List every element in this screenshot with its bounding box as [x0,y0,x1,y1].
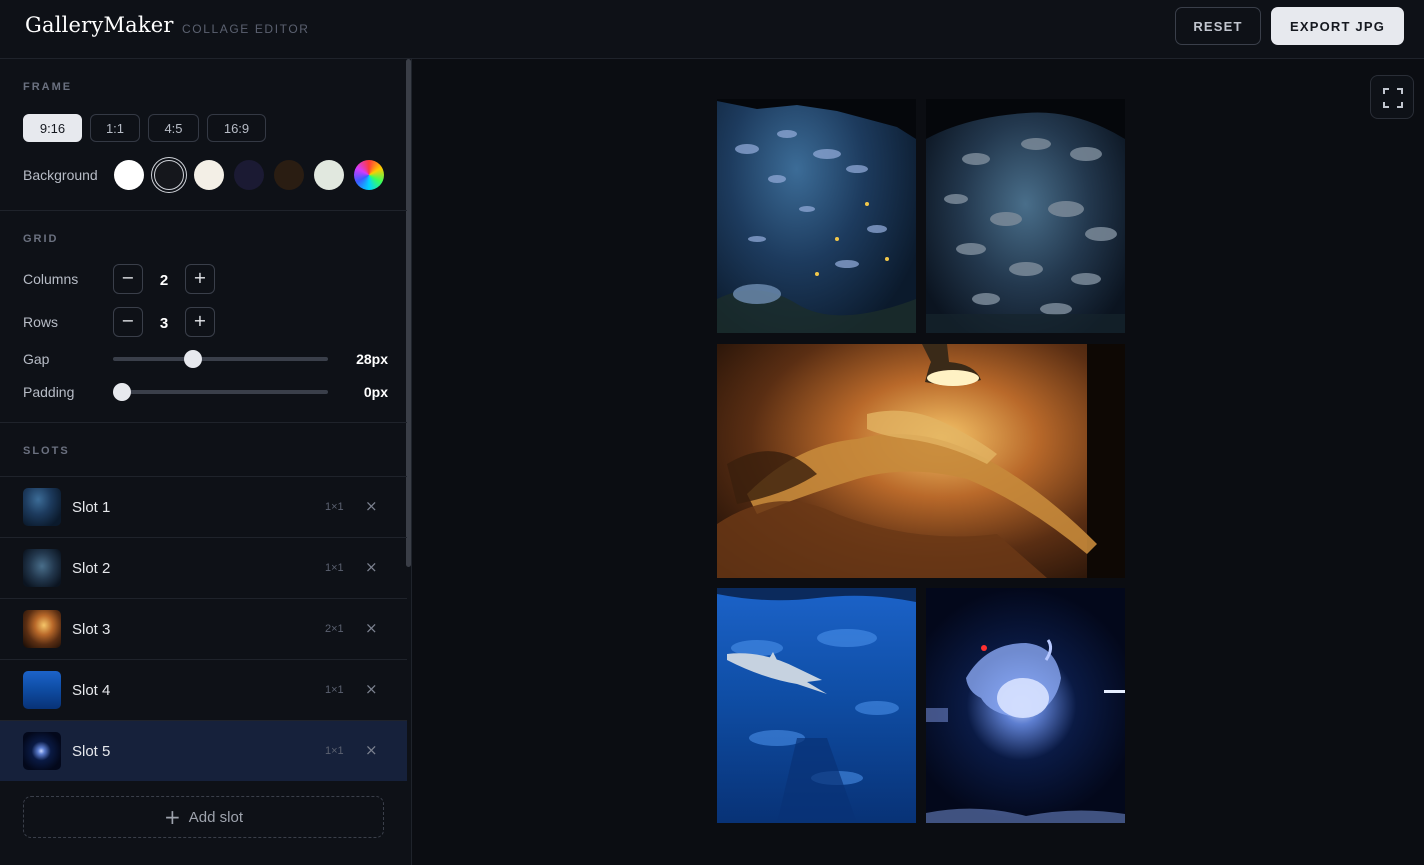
close-icon[interactable]: × [365,497,378,515]
collage-slot-2[interactable] [926,99,1125,333]
collage-frame [717,99,1125,823]
collage-canvas [413,59,1424,865]
close-icon[interactable]: × [365,558,378,576]
rows-increase-button[interactable]: + [185,307,215,337]
swatch-navy[interactable] [234,160,264,190]
iguana-under-heat-lamp-image [717,344,1125,578]
slot-name: Slot 5 [72,743,111,760]
swatch-white[interactable] [114,160,144,190]
collage-slot-4[interactable] [717,588,916,823]
app-subtitle: COLLAGE EDITOR [182,22,310,36]
columns-value: 2 [159,272,169,289]
gap-value: 28px [356,351,388,367]
swatch-brown[interactable] [274,160,304,190]
padding-slider-track[interactable] [113,383,328,401]
slot-size: 1×1 [325,562,344,574]
slot-thumbnail [23,488,61,526]
close-icon[interactable]: × [365,741,378,759]
slot-thumbnail [23,732,61,770]
slot-thumbnail [23,610,61,648]
rows-value: 3 [159,315,169,332]
columns-label: Columns [23,271,79,287]
slot-size: 1×1 [325,684,344,696]
minus-icon: − [121,268,135,287]
shark-aquarium-image [717,588,916,823]
divider [0,422,407,423]
background-label: Background [23,167,98,183]
app-logo: GalleryMaker [25,13,174,37]
swatch-mint[interactable] [314,160,344,190]
add-slot-button[interactable]: + Add slot [23,796,384,838]
slot-item-5[interactable]: Slot 5 1×1 × [0,720,407,781]
slot-thumbnail [23,549,61,587]
slot-name: Slot 4 [72,682,111,699]
gap-label: Gap [23,351,50,367]
divider [0,210,407,211]
reset-button[interactable]: RESET [1175,7,1261,45]
rows-decrease-button[interactable]: − [113,307,143,337]
slot-item-1[interactable]: Slot 1 1×1 × [0,476,407,537]
close-icon[interactable]: × [365,680,378,698]
close-icon[interactable]: × [365,619,378,637]
aquarium-school-of-fish-image [926,99,1125,333]
slot-size: 1×1 [325,501,344,513]
sidebar: FRAME 9:16 1:1 4:5 16:9 Background GRID … [0,59,412,865]
plus-icon: + [193,268,207,287]
plus-icon: + [164,805,181,829]
ratio-9-16-button[interactable]: 9:16 [23,114,82,142]
swatch-custom-color[interactable] [354,160,384,190]
export-jpg-button[interactable]: EXPORT JPG [1271,7,1404,45]
gap-slider-handle[interactable] [183,350,202,368]
ratio-4-5-button[interactable]: 4:5 [148,114,199,142]
collage-slot-1[interactable] [717,99,916,333]
collage-slot-3[interactable] [717,344,1125,578]
slot-item-2[interactable]: Slot 2 1×1 × [0,537,407,598]
add-slot-label: Add slot [188,809,243,826]
slot-name: Slot 3 [72,621,111,638]
slot-item-4[interactable]: Slot 4 1×1 × [0,659,407,720]
jellyfish-image [926,639,1125,823]
app-header: GalleryMaker COLLAGE EDITOR RESET EXPORT… [0,0,1424,59]
grid-section-title: GRID [23,233,59,245]
minus-icon: − [121,311,135,330]
columns-decrease-button[interactable]: − [113,264,143,294]
slot-name: Slot 2 [72,560,111,577]
fullscreen-button[interactable] [1370,75,1414,119]
columns-increase-button[interactable]: + [185,264,215,294]
swatch-cream[interactable] [194,160,224,190]
rows-label: Rows [23,314,59,330]
plus-icon: + [193,311,207,330]
padding-value: 0px [363,384,388,400]
slot-name: Slot 1 [72,499,111,516]
slot-item-3[interactable]: Slot 3 2×1 × [0,598,407,659]
aquarium-fish-image [717,99,916,333]
slot-size: 2×1 [325,623,344,635]
padding-slider-handle[interactable] [113,383,131,401]
slots-section-title: SLOTS [23,445,70,457]
frame-section-title: FRAME [23,81,73,93]
fullscreen-icon [1383,88,1403,108]
gap-slider-track[interactable] [113,350,328,368]
collage-slot-5[interactable] [926,588,1125,823]
slot-size: 1×1 [325,745,344,757]
swatch-black[interactable] [154,160,184,190]
slot-thumbnail [23,671,61,709]
ratio-16-9-button[interactable]: 16:9 [207,114,266,142]
ratio-1-1-button[interactable]: 1:1 [90,114,140,142]
padding-label: Padding [23,384,75,400]
